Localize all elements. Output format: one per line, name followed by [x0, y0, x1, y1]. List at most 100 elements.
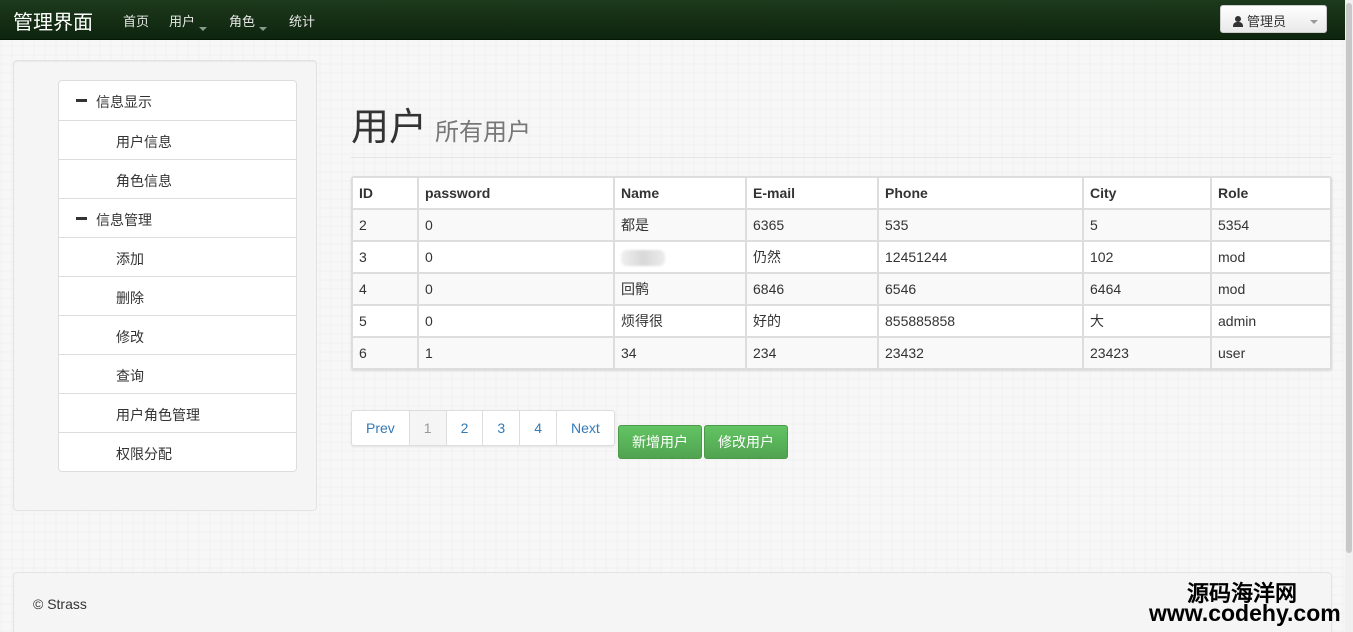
- pagination-page-3[interactable]: 3: [482, 411, 519, 445]
- cell-city: 6464: [1082, 272, 1210, 304]
- table-header-row: ID password Name E-mail Phone City Role: [353, 178, 1330, 208]
- minus-icon: [76, 99, 87, 102]
- edit-user-button[interactable]: 修改用户: [704, 425, 788, 459]
- cell-id: 4: [353, 272, 417, 304]
- table-row[interactable]: 5 0 烦得很 好的 855885858 大 admin: [353, 304, 1330, 336]
- cell-name: 都是: [613, 208, 745, 240]
- sidebar-item-label: 信息显示: [96, 94, 152, 110]
- nav-roles-label: 角色: [229, 14, 256, 29]
- column-header-phone: Phone: [877, 178, 1082, 208]
- pagination-page-4[interactable]: 4: [519, 411, 556, 445]
- cell-id: 3: [353, 240, 417, 272]
- footer-copyright: © Strass: [33, 596, 87, 612]
- cell-name: 回鹘: [613, 272, 745, 304]
- sidebar-item-label: 删除: [116, 290, 144, 306]
- header-divider: [351, 157, 1331, 158]
- sidebar-item-role-info[interactable]: 角色信息: [59, 159, 296, 198]
- scrollbar-thumb[interactable]: [1346, 3, 1352, 553]
- redacted-blur: [621, 249, 665, 266]
- cell-role: user: [1210, 336, 1330, 368]
- page-header: 用户 所有用户: [351, 96, 531, 151]
- cell-phone: 535: [877, 208, 1082, 240]
- cell-city: 大: [1082, 304, 1210, 336]
- cell-name: 烦得很: [613, 304, 745, 336]
- column-header-role: Role: [1210, 178, 1330, 208]
- brand-title[interactable]: 管理界面: [13, 6, 93, 35]
- table-row[interactable]: 2 0 都是 6365 535 5 5354: [353, 208, 1330, 240]
- sidebar-item-label: 添加: [116, 251, 144, 267]
- pagination: Prev 1 2 3 4 Next: [351, 410, 615, 446]
- cell-phone: 12451244: [877, 240, 1082, 272]
- nav-home[interactable]: 首页: [123, 11, 149, 30]
- cell-phone: 23432: [877, 336, 1082, 368]
- user-menu-button[interactable]: 管理员: [1220, 5, 1327, 33]
- chevron-down-icon: [259, 27, 268, 31]
- sidebar-item-add[interactable]: 添加: [59, 237, 296, 276]
- cell-city: 5: [1082, 208, 1210, 240]
- sidebar-menu: 信息显示 用户信息 角色信息 信息管理 添加 删除 修改 查询 用户角色管理 权…: [58, 80, 297, 472]
- sidebar-item-label: 查询: [116, 368, 144, 384]
- table-row[interactable]: 3 0 仍然 12451244 102 mod: [353, 240, 1330, 272]
- cell-city: 23423: [1082, 336, 1210, 368]
- users-table: ID password Name E-mail Phone City Role …: [351, 176, 1332, 370]
- sidebar-item-label: 角色信息: [116, 173, 172, 189]
- cell-email: 好的: [745, 304, 877, 336]
- cell-role: admin: [1210, 304, 1330, 336]
- sidebar-item-delete[interactable]: 删除: [59, 276, 296, 315]
- cell-password: 0: [417, 272, 613, 304]
- chevron-down-icon: [199, 27, 208, 31]
- sidebar-item-label: 修改: [116, 329, 144, 345]
- sidebar-section-info-display[interactable]: 信息显示: [59, 81, 296, 120]
- top-navbar: 管理界面 首页 用户 角色 统计 管理员: [0, 0, 1353, 40]
- page-title: 用户: [351, 107, 428, 149]
- nav-stats[interactable]: 统计: [289, 11, 315, 30]
- sidebar-item-label: 用户角色管理: [116, 407, 200, 423]
- minus-icon: [76, 217, 87, 220]
- column-header-email: E-mail: [745, 178, 877, 208]
- user-menu-label: 管理员: [1247, 14, 1287, 29]
- sidebar-item-permission-assignment[interactable]: 权限分配: [59, 432, 296, 471]
- page-scrollbar[interactable]: [1345, 0, 1353, 632]
- cell-email: 6365: [745, 208, 877, 240]
- cell-email: 234: [745, 336, 877, 368]
- pagination-prev[interactable]: Prev: [352, 411, 409, 445]
- pagination-page-2[interactable]: 2: [445, 411, 483, 445]
- pagination-next[interactable]: Next: [555, 411, 614, 445]
- sidebar-item-user-info[interactable]: 用户信息: [59, 120, 296, 159]
- watermark-url: www.codehy.com: [1149, 600, 1341, 626]
- table-row[interactable]: 4 0 回鹘 6846 6546 6464 mod: [353, 272, 1330, 304]
- sidebar-item-label: 用户信息: [116, 134, 172, 150]
- cell-name: 34: [613, 336, 745, 368]
- cell-id: 6: [353, 336, 417, 368]
- cell-name-redacted: [613, 240, 745, 272]
- cell-password: 0: [417, 208, 613, 240]
- sidebar-item-query[interactable]: 查询: [59, 354, 296, 393]
- sidebar-section-info-management[interactable]: 信息管理: [59, 198, 296, 237]
- page-subtitle: 所有用户: [435, 119, 532, 146]
- chevron-down-icon: [1310, 20, 1318, 24]
- table-row[interactable]: 6 1 34 234 23432 23423 user: [353, 336, 1330, 368]
- column-header-name: Name: [613, 178, 745, 208]
- cell-phone: 6546: [877, 272, 1082, 304]
- cell-password: 1: [417, 336, 613, 368]
- cell-password: 0: [417, 304, 613, 336]
- column-header-city: City: [1082, 178, 1210, 208]
- cell-phone: 855885858: [877, 304, 1082, 336]
- sidebar-item-label: 权限分配: [116, 446, 172, 462]
- nav-users-label: 用户: [169, 14, 196, 29]
- add-user-button[interactable]: 新增用户: [618, 425, 702, 459]
- cell-password: 0: [417, 240, 613, 272]
- cell-role: 5354: [1210, 208, 1330, 240]
- cell-city: 102: [1082, 240, 1210, 272]
- cell-role: mod: [1210, 272, 1330, 304]
- nav-users-dropdown[interactable]: 用户: [169, 11, 208, 31]
- page-footer: © Strass: [13, 572, 1332, 632]
- pagination-page-1[interactable]: 1: [408, 411, 446, 445]
- user-icon: [1233, 16, 1243, 27]
- sidebar-item-label: 信息管理: [96, 212, 152, 228]
- cell-role: mod: [1210, 240, 1330, 272]
- nav-roles-dropdown[interactable]: 角色: [229, 11, 268, 31]
- sidebar-item-edit[interactable]: 修改: [59, 315, 296, 354]
- sidebar-item-user-role-management[interactable]: 用户角色管理: [59, 393, 296, 432]
- cell-id: 2: [353, 208, 417, 240]
